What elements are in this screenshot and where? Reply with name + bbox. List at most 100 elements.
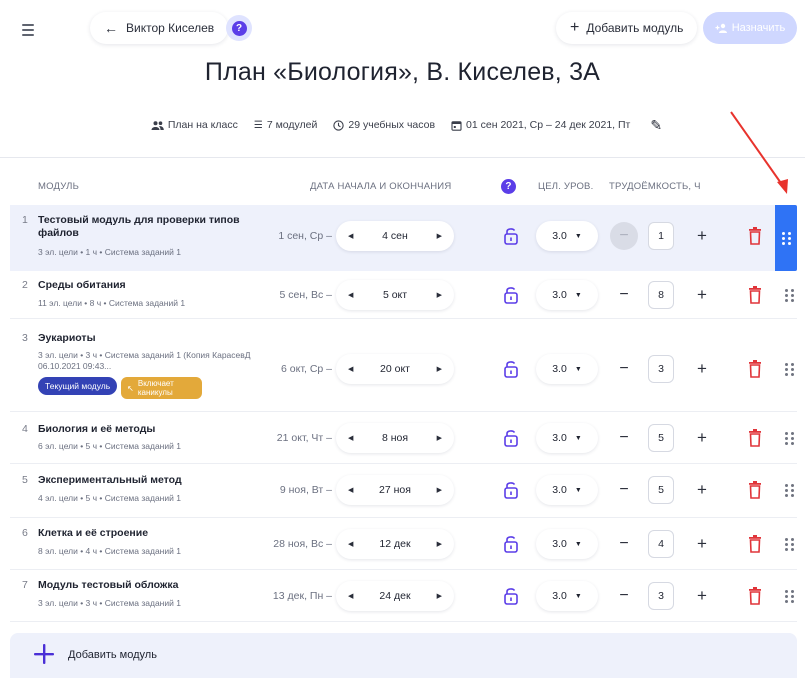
annotation-arrow-icon — [730, 111, 788, 194]
decrease-hours-button[interactable]: − — [610, 424, 638, 452]
increase-hours-button[interactable]: + — [690, 281, 714, 309]
hours-input[interactable]: 3 — [648, 582, 674, 610]
add-module-bar[interactable]: Добавить модуль — [10, 633, 797, 678]
end-date-picker[interactable]: ◀ 24 дек ▶ — [336, 581, 454, 611]
help-button[interactable]: ? — [226, 15, 252, 41]
increase-hours-button[interactable]: + — [690, 424, 714, 452]
edit-pencil-icon[interactable]: ✎ — [650, 117, 662, 134]
hamburger-menu-icon[interactable] — [14, 16, 42, 44]
next-date-icon[interactable]: ▶ — [437, 291, 442, 299]
next-date-icon[interactable]: ▶ — [437, 434, 442, 442]
module-row[interactable]: 5 Экспериментальный метод 4 эл. цели • 5 ч… — [10, 464, 797, 518]
module-number: 2 — [22, 279, 28, 291]
prev-date-icon[interactable]: ◀ — [348, 291, 353, 299]
unlock-icon[interactable] — [502, 480, 520, 500]
hours-input[interactable]: 3 — [648, 355, 674, 383]
trash-icon[interactable] — [747, 285, 763, 305]
end-date-picker[interactable]: ◀ 12 дек ▶ — [336, 529, 454, 559]
decrease-hours-button[interactable]: − — [610, 281, 638, 309]
module-row[interactable]: 3 Эукариоты 3 эл. цели • 3 ч • Система зад… — [10, 319, 797, 412]
level-select[interactable]: 3.0 ▼ — [536, 221, 598, 251]
increase-hours-button[interactable]: + — [690, 530, 714, 558]
drag-handle-icon[interactable] — [782, 482, 796, 498]
next-date-icon[interactable]: ▶ — [437, 592, 442, 600]
end-date-picker[interactable]: ◀ 5 окт ▶ — [336, 280, 454, 310]
module-title[interactable]: Тестовый модуль для проверки типов файло… — [38, 214, 254, 240]
start-date: 9 ноя, Вт – — [279, 484, 332, 496]
increase-hours-button[interactable]: + — [690, 476, 714, 504]
next-date-icon[interactable]: ▶ — [437, 486, 442, 494]
module-row[interactable]: 7 Модуль тестовый обложка 3 эл. цели • 3 ч… — [10, 570, 797, 622]
trash-icon[interactable] — [747, 359, 763, 379]
module-row[interactable]: 2 Среды обитания 11 эл. цели • 8 ч • Систе… — [10, 271, 797, 319]
hours-input[interactable]: 8 — [648, 281, 674, 309]
trash-icon[interactable] — [747, 586, 763, 606]
module-title[interactable]: Модуль тестовый обложка — [38, 579, 254, 592]
end-date-value: 12 дек — [379, 538, 411, 550]
end-date-picker[interactable]: ◀ 27 ноя ▶ — [336, 475, 454, 505]
hours-input[interactable]: 4 — [648, 530, 674, 558]
decrease-hours-button[interactable]: − — [610, 530, 638, 558]
unlock-icon[interactable] — [502, 428, 520, 448]
hours-input[interactable]: 5 — [648, 476, 674, 504]
hours-input[interactable]: 5 — [648, 424, 674, 452]
trash-icon[interactable] — [747, 428, 763, 448]
drag-handle-icon[interactable] — [782, 430, 796, 446]
unlock-icon[interactable] — [502, 226, 520, 246]
trash-icon[interactable] — [747, 534, 763, 554]
level-select[interactable]: 3.0 ▼ — [536, 475, 598, 505]
end-date-picker[interactable]: ◀ 4 сен ▶ — [336, 221, 454, 251]
decrease-hours-button[interactable]: − — [610, 355, 638, 383]
prev-date-icon[interactable]: ◀ — [348, 232, 353, 240]
module-row[interactable]: 4 Биология и её методы 6 эл. цели • 5 ч • … — [10, 412, 797, 464]
level-value: 3.0 — [552, 432, 567, 444]
level-select[interactable]: 3.0 ▼ — [536, 529, 598, 559]
level-value: 3.0 — [552, 484, 567, 496]
prev-date-icon[interactable]: ◀ — [348, 486, 353, 494]
prev-date-icon[interactable]: ◀ — [348, 365, 353, 373]
level-select[interactable]: 3.0 ▼ — [536, 581, 598, 611]
increase-hours-button[interactable]: + — [690, 222, 714, 250]
decrease-hours-button[interactable]: − — [610, 222, 638, 250]
module-row[interactable]: 1 Тестовый модуль для проверки типов файл… — [10, 205, 797, 271]
level-select[interactable]: 3.0 ▼ — [536, 354, 598, 384]
prev-date-icon[interactable]: ◀ — [348, 434, 353, 442]
drag-handle[interactable] — [775, 205, 797, 271]
module-title[interactable]: Биология и её методы — [38, 423, 254, 436]
next-date-icon[interactable]: ▶ — [437, 540, 442, 548]
level-select[interactable]: 3.0 ▼ — [536, 280, 598, 310]
add-module-button[interactable]: + Добавить модуль — [556, 12, 698, 44]
decrease-hours-button[interactable]: − — [610, 476, 638, 504]
module-title[interactable]: Эукариоты — [38, 332, 254, 345]
unlock-icon[interactable] — [502, 534, 520, 554]
assign-button[interactable]: Назначить — [703, 12, 797, 44]
module-number: 3 — [22, 332, 28, 344]
increase-hours-button[interactable]: + — [690, 582, 714, 610]
trash-icon[interactable] — [747, 226, 763, 246]
unlock-icon[interactable] — [502, 359, 520, 379]
drag-handle-icon[interactable] — [782, 287, 796, 303]
next-date-icon[interactable]: ▶ — [437, 365, 442, 373]
module-title[interactable]: Экспериментальный метод — [38, 474, 254, 487]
end-date-picker[interactable]: ◀ 8 ноя ▶ — [336, 423, 454, 453]
end-date-picker[interactable]: ◀ 20 окт ▶ — [336, 354, 454, 384]
decrease-hours-button[interactable]: − — [610, 582, 638, 610]
drag-handle-icon[interactable] — [782, 588, 796, 604]
back-button[interactable]: ← Виктор Киселев — [90, 12, 229, 44]
prev-date-icon[interactable]: ◀ — [348, 540, 353, 548]
unlock-icon[interactable] — [502, 586, 520, 606]
trash-icon[interactable] — [747, 480, 763, 500]
level-help-icon[interactable]: ? — [501, 179, 516, 194]
module-title[interactable]: Клетка и её строение — [38, 527, 254, 540]
module-row[interactable]: 6 Клетка и её строение 8 эл. цели • 4 ч • … — [10, 518, 797, 570]
hours-input[interactable]: 1 — [648, 222, 674, 250]
unlock-icon[interactable] — [502, 285, 520, 305]
end-date-value: 8 ноя — [381, 432, 409, 444]
increase-hours-button[interactable]: + — [690, 355, 714, 383]
level-select[interactable]: 3.0 ▼ — [536, 423, 598, 453]
next-date-icon[interactable]: ▶ — [437, 232, 442, 240]
drag-handle-icon[interactable] — [782, 536, 796, 552]
drag-handle-icon[interactable] — [782, 361, 796, 377]
prev-date-icon[interactable]: ◀ — [348, 592, 353, 600]
module-title[interactable]: Среды обитания — [38, 279, 254, 292]
